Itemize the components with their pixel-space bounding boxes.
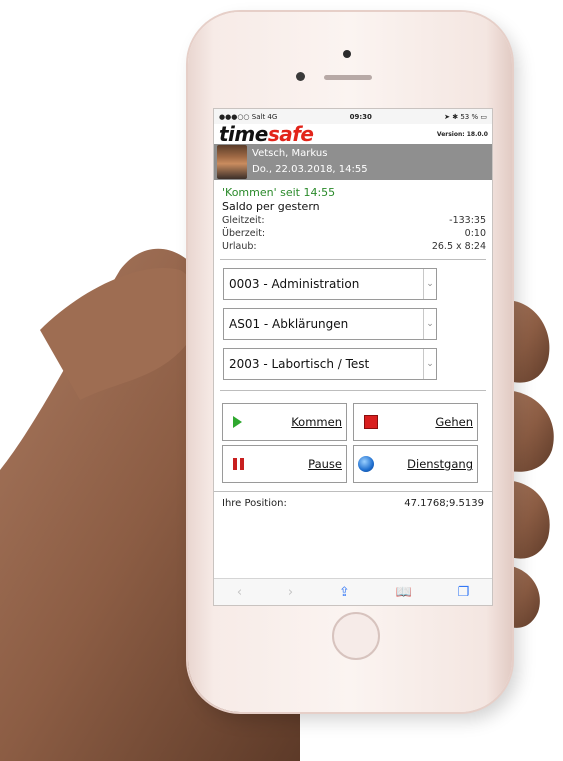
- back-icon[interactable]: ‹: [237, 585, 242, 600]
- dienstgang-label: Dienstgang: [407, 457, 473, 471]
- browser-toolbar: ‹ › ⇪ 📖 ❐: [214, 578, 492, 605]
- logo-part-time: time: [219, 122, 268, 146]
- chevron-down-icon: ⌄: [423, 269, 436, 299]
- activity-select[interactable]: AS01 - Abklärungen ⌄: [223, 308, 437, 340]
- carrier-text: ●●●○○ Salt 4G: [219, 112, 278, 121]
- battery-level: 53 %: [460, 112, 479, 121]
- divider: [220, 390, 486, 391]
- balance-value: -133:35: [449, 215, 486, 226]
- balance-row: Überzeit: 0:10: [214, 227, 492, 240]
- gehen-button[interactable]: Gehen: [353, 403, 478, 441]
- user-datetime: Do., 22.03.2018, 14:55: [252, 164, 368, 175]
- avatar: [217, 145, 247, 179]
- app-header: timesafe Version: 18.0.0: [214, 122, 492, 146]
- balance-value: 26.5 x 8:24: [431, 241, 486, 252]
- kommen-label: Kommen: [291, 415, 342, 429]
- balance-row: Gleitzeit: -133:35: [214, 214, 492, 227]
- chevron-down-icon: ⌄: [423, 349, 436, 379]
- balance-label: Gleitzeit:: [222, 215, 265, 226]
- position-row: Ihre Position: 47.1768;9.5139: [214, 491, 492, 515]
- timesafe-logo: timesafe: [219, 122, 314, 146]
- user-name: Vetsch, Markus: [252, 148, 328, 159]
- saldo-title: Saldo per gestern: [222, 200, 320, 213]
- home-button[interactable]: [332, 612, 380, 660]
- proximity-sensor: [296, 72, 305, 81]
- phone-screen: ●●●○○ Salt 4G 09:30 ➤ ✱ 53 % ▭ timesafe …: [213, 108, 493, 606]
- version-label: Version: 18.0.0: [436, 130, 488, 138]
- balance-label: Überzeit:: [222, 228, 266, 239]
- user-bar: Vetsch, Markus Do., 22.03.2018, 14:55: [214, 144, 492, 180]
- position-label: Ihre Position:: [222, 498, 287, 509]
- pause-label: Pause: [308, 457, 342, 471]
- cost-center-select[interactable]: 0003 - Administration ⌄: [223, 268, 437, 300]
- stop-icon: [364, 415, 378, 429]
- play-icon: [233, 416, 242, 428]
- position-value: 47.1768;9.5139: [404, 498, 484, 509]
- front-camera: [343, 50, 351, 58]
- select-value: 0003 - Administration: [229, 277, 360, 291]
- balance-label: Urlaub:: [222, 241, 257, 252]
- globe-icon: [358, 456, 374, 472]
- select-value: AS01 - Abklärungen: [229, 317, 349, 331]
- earpiece-speaker: [324, 75, 372, 80]
- share-icon[interactable]: ⇪: [339, 585, 350, 600]
- chevron-down-icon: ⌄: [423, 309, 436, 339]
- project-select[interactable]: 2003 - Labortisch / Test ⌄: [223, 348, 437, 380]
- balance-row: Urlaub: 26.5 x 8:24: [214, 240, 492, 253]
- balance-value: 0:10: [464, 228, 486, 239]
- dienstgang-button[interactable]: Dienstgang: [353, 445, 478, 483]
- kommen-button[interactable]: Kommen: [222, 403, 347, 441]
- pause-button[interactable]: Pause: [222, 445, 347, 483]
- bookmarks-icon[interactable]: 📖: [395, 585, 411, 600]
- forward-icon[interactable]: ›: [288, 585, 293, 600]
- pause-icon: [233, 458, 244, 470]
- battery-indicator: ➤ ✱ 53 % ▭: [444, 112, 487, 121]
- divider: [220, 259, 486, 260]
- tabs-icon[interactable]: ❐: [457, 585, 469, 600]
- clock: 09:30: [349, 112, 372, 121]
- select-value: 2003 - Labortisch / Test: [229, 357, 370, 371]
- logo-part-safe: safe: [267, 122, 314, 146]
- clock-in-status: 'Kommen' seit 14:55: [222, 186, 336, 199]
- gehen-label: Gehen: [435, 415, 473, 429]
